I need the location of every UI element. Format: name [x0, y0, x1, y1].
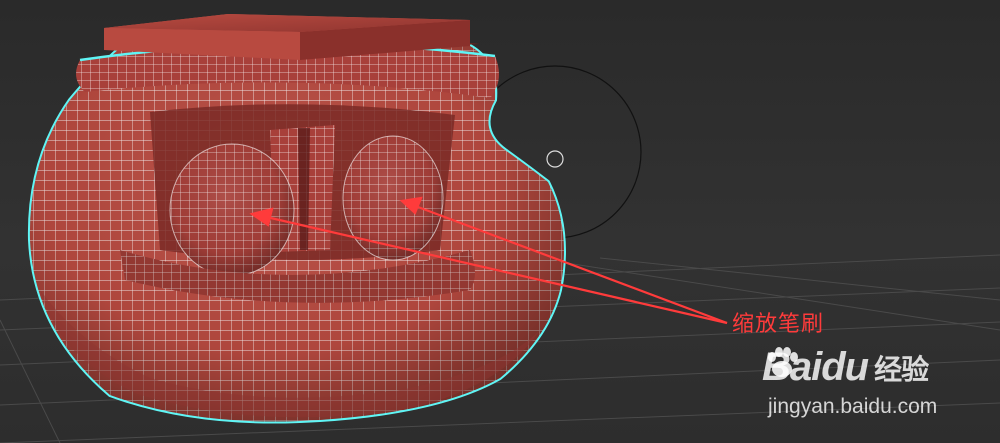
pot-mesh[interactable]	[27, 32, 566, 424]
logo-text-du: du	[821, 345, 869, 389]
annotation-label: 缩放笔刷	[732, 312, 825, 337]
3d-viewport[interactable]: 缩放笔刷 Bai du 经验 jingyan.baidu.com	[0, 0, 1000, 443]
right-bulge	[342, 135, 444, 261]
watermark-url: jingyan.baidu.com	[768, 395, 938, 418]
baidu-logo: Bai du 经验	[762, 345, 929, 390]
left-bulge	[169, 143, 295, 277]
paw-icon	[768, 347, 798, 377]
logo-text-jingyan: 经验	[874, 352, 929, 386]
watermark: Bai du 经验 jingyan.baidu.com	[760, 335, 1000, 443]
